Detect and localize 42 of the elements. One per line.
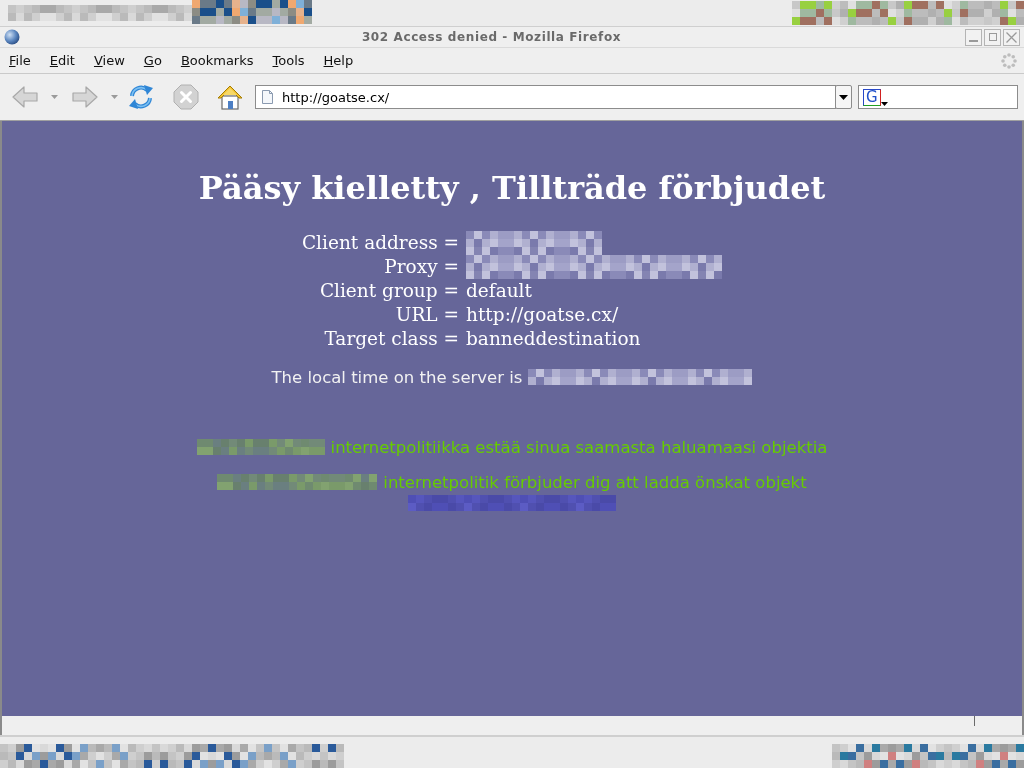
menu-item[interactable]: File [0,52,40,69]
menu-item[interactable]: Bookmarks [171,52,263,69]
left-arrow-icon [12,84,38,110]
minimize-icon [969,39,978,42]
field-label: Client group = [318,279,459,303]
caret-icon[interactable] [51,95,58,99]
menu-item[interactable]: Tools [263,52,314,69]
window-title: 302 Access denied - Mozilla Firefox [360,30,623,44]
field-label: URL = [394,303,459,327]
refresh-arrows-icon [128,84,154,110]
policy-message: internetpolitiikka estää sinua saamasta haluamaasi objektia [330,437,828,457]
field-value: banneddestination [466,327,641,351]
globe-icon [4,29,20,45]
address-field[interactable]: http://goatse.cx/ [255,85,836,109]
field-label: Proxy = [383,255,459,279]
reload-button[interactable] [127,83,155,111]
search-field[interactable]: G [858,85,1018,109]
page-heading: Pääsy kielletty , Tillträde förbjudet [198,169,826,207]
page-icon [262,90,273,104]
caret-icon[interactable] [111,95,118,99]
home-button[interactable] [216,83,244,111]
maximize-icon [988,33,997,41]
minimize-button[interactable] [965,28,982,46]
field-value: default [466,279,532,303]
caret-icon [839,94,848,100]
menu-item[interactable]: View [84,52,134,69]
close-icon [1006,31,1017,43]
maximize-button[interactable] [984,28,1001,46]
field-label: Target class = [323,327,459,351]
close-button[interactable] [1003,28,1020,46]
menu-item[interactable]: Go [134,52,171,69]
field-value: http://goatse.cx/ [466,303,619,327]
menu-item[interactable]: Edit [40,52,84,69]
caret-icon [880,101,888,106]
policy-message: internetpolitik förbjuder dig att ladda önskat objekt [383,472,807,492]
server-time-text: The local time on the server is [271,367,523,387]
menu-item[interactable]: Help [314,52,363,69]
address-dropdown-button[interactable] [835,85,852,109]
dots-ring-icon [1001,52,1017,69]
house-icon [217,84,243,110]
right-arrow-icon [72,84,98,110]
field-label: Client address = [301,231,459,255]
